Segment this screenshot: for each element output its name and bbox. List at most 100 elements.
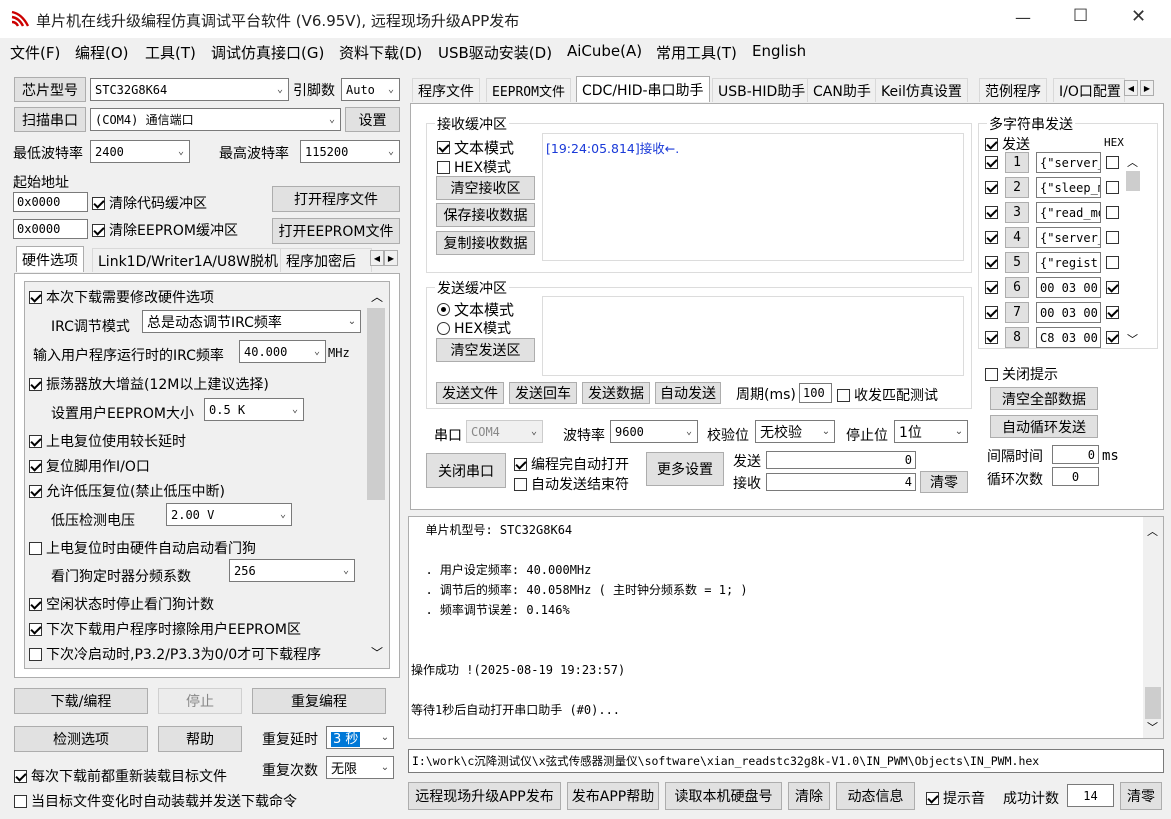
serial-port-select[interactable]: COM4 ⌄ [466, 420, 543, 443]
clear-send-button[interactable]: 清空发送区 [436, 338, 535, 362]
remote-publish-button[interactable]: 远程现场升级APP发布 [408, 782, 561, 810]
row-text-input[interactable]: C8 03 00 [1036, 327, 1101, 348]
menu-usb[interactable]: USB驱动安装(D) [438, 42, 552, 63]
tab-eeprom-file[interactable]: EEPROM文件 [486, 78, 571, 102]
lvd-select[interactable]: 2.00 V ⌄ [166, 503, 292, 526]
tab-keil[interactable]: Keil仿真设置 [875, 78, 968, 102]
row-send-button[interactable]: 6 [1005, 277, 1029, 298]
tab-io-config[interactable]: I/O口配置 [1053, 78, 1125, 102]
scan-port-button[interactable]: 扫描串口 [14, 107, 86, 132]
row-text-input[interactable]: {"server_ [1036, 227, 1101, 248]
row-hex-checkbox[interactable] [1106, 231, 1119, 244]
row-text-input[interactable]: 00 03 00 [1036, 277, 1101, 298]
row-text-input[interactable]: {"regist [1036, 252, 1101, 273]
erase-eeprom-checkbox[interactable]: 下次下载用户程序时擦除用户EEPROM区 [29, 619, 301, 639]
options-scrollbar[interactable]: ︿ ﹀ [365, 282, 389, 668]
menu-aicube[interactable]: AiCube(A) [567, 42, 642, 60]
send-text-mode-radio[interactable]: 文本模式 [437, 299, 514, 320]
row-hex-checkbox[interactable] [1106, 206, 1119, 219]
baud-select[interactable]: 9600 ⌄ [610, 420, 698, 443]
menu-file[interactable]: 文件(F) [10, 42, 60, 63]
row-text-input[interactable]: {"sleep_m [1036, 177, 1101, 198]
copy-receive-button[interactable]: 复制接收数据 [436, 231, 535, 255]
row-send-button[interactable]: 7 [1005, 302, 1029, 323]
row-send-checkbox[interactable] [985, 181, 998, 194]
tab-usb-hid[interactable]: USB-HID助手 [712, 78, 812, 102]
code-address-input[interactable]: 0x0000 [13, 192, 88, 212]
send-data-button[interactable]: 发送数据 [582, 382, 650, 404]
download-program-button[interactable]: 下载/编程 [14, 688, 148, 714]
row-send-button[interactable]: 5 [1005, 252, 1029, 273]
row-hex-checkbox[interactable] [1106, 181, 1119, 194]
tab-hardware-options[interactable]: 硬件选项 [16, 246, 84, 272]
menu-download[interactable]: 资料下载(D) [339, 42, 422, 63]
more-settings-button[interactable]: 更多设置 [646, 452, 724, 486]
auto-send-button[interactable]: 自动发送 [655, 382, 721, 404]
auto-reload-on-change-checkbox[interactable]: 当目标文件变化时自动装载并发送下载命令 [14, 791, 297, 811]
close-tip-checkbox[interactable]: 关闭提示 [985, 364, 1058, 384]
multi-send-checkbox[interactable]: 发送 [985, 134, 1030, 154]
open-program-file-button[interactable]: 打开程序文件 [272, 186, 400, 212]
irc-mode-select[interactable]: 总是动态调节IRC频率 ⌄ [142, 310, 361, 333]
row-hex-checkbox[interactable] [1106, 306, 1119, 319]
tab-link1d[interactable]: Link1D/Writer1A/U8W脱机 [92, 248, 284, 272]
stop-button[interactable]: 停止 [158, 688, 242, 714]
scroll-thumb[interactable] [1145, 687, 1161, 719]
scroll-thumb[interactable] [367, 308, 385, 500]
osc-gain-checkbox[interactable]: 振荡器放大增益(12M以上建议选择) [29, 374, 269, 394]
multi-scroll-down-icon[interactable]: ﹀ [1127, 331, 1138, 347]
reload-each-download-checkbox[interactable]: 每次下载前都重新装载目标文件 [14, 766, 227, 786]
stop-bits-select[interactable]: 1位 ⌄ [894, 420, 968, 443]
clear-code-buffer-checkbox[interactable]: 清除代码缓冲区 [92, 193, 207, 213]
repeat-delay-select[interactable]: 3 秒 ⌄ [326, 726, 394, 749]
row-hex-checkbox[interactable] [1106, 281, 1119, 294]
port-select[interactable]: (COM4) 通信端口 ⌄ [90, 108, 341, 131]
period-input[interactable]: 100 [799, 383, 832, 403]
row-send-checkbox[interactable] [985, 281, 998, 294]
tab-scroll-right-icon[interactable]: ▶ [384, 250, 398, 266]
receive-textarea[interactable]: [19:24:05.814]接收←. [542, 133, 964, 261]
chip-model-select[interactable]: STC32G8K64 ⌄ [90, 78, 289, 101]
match-test-checkbox[interactable]: 收发匹配测试 [837, 385, 938, 405]
detect-options-button[interactable]: 检测选项 [14, 726, 148, 752]
close-serial-button[interactable]: 关闭串口 [426, 453, 506, 488]
loop-count-input[interactable]: 0 [1052, 467, 1099, 486]
row-send-checkbox[interactable] [985, 256, 998, 269]
row-send-button[interactable]: 1 [1005, 152, 1029, 173]
cold-start-p32-checkbox[interactable]: 下次冷启动时,P3.2/P3.3为0/0才可下载程序 [29, 644, 321, 664]
reset-pin-io-checkbox[interactable]: 复位脚用作I/O口 [29, 456, 150, 476]
clear-all-data-button[interactable]: 清空全部数据 [990, 387, 1098, 410]
multi-scroll-thumb[interactable] [1126, 171, 1140, 191]
auto-loop-send-button[interactable]: 自动循环发送 [990, 415, 1098, 438]
menu-common-tools[interactable]: 常用工具(T) [656, 42, 737, 63]
minimize-icon[interactable]: — [1015, 8, 1031, 27]
clear-count-button[interactable]: 清零 [920, 471, 968, 493]
tab-scroll-left-icon[interactable]: ◀ [370, 250, 384, 266]
min-baud-select[interactable]: 2400 ⌄ [90, 140, 190, 163]
row-send-button[interactable]: 2 [1005, 177, 1029, 198]
tab-program-file[interactable]: 程序文件 [412, 78, 480, 102]
row-send-button[interactable]: 4 [1005, 227, 1029, 248]
reprogram-button[interactable]: 重复编程 [252, 688, 386, 714]
parity-select[interactable]: 无校验 ⌄ [755, 420, 835, 443]
clear-eeprom-buffer-checkbox[interactable]: 清除EEPROM缓冲区 [92, 220, 238, 240]
eeprom-address-input[interactable]: 0x0000 [13, 219, 88, 239]
scroll-down-icon[interactable]: ﹀ [371, 644, 383, 661]
publish-help-button[interactable]: 发布APP帮助 [567, 782, 659, 810]
auto-end-char-checkbox[interactable]: 自动发送结束符 [514, 474, 629, 494]
row-send-button[interactable]: 3 [1005, 202, 1029, 223]
wdt-prescaler-select[interactable]: 256 ⌄ [229, 559, 355, 582]
multi-scroll-up-icon[interactable]: ︿ [1127, 154, 1138, 170]
read-disk-id-button[interactable]: 读取本机硬盘号 [665, 782, 782, 810]
close-icon[interactable]: ✕ [1131, 6, 1146, 27]
clear-log-button[interactable]: 清除 [788, 782, 830, 810]
port-settings-button[interactable]: 设置 [345, 107, 400, 132]
eeprom-size-select[interactable]: 0.5 K ⌄ [204, 398, 304, 421]
interval-input[interactable]: 0 [1052, 445, 1099, 464]
tab-examples[interactable]: 范例程序 [979, 78, 1047, 102]
menu-program[interactable]: 编程(O) [75, 42, 129, 63]
maximize-icon[interactable]: ☐ [1073, 6, 1088, 26]
tab-encryption[interactable]: 程序加密后 [280, 248, 372, 272]
beep-checkbox[interactable]: 提示音 [926, 788, 985, 808]
log-scrollbar[interactable]: ︿ ﹀ [1143, 517, 1163, 738]
